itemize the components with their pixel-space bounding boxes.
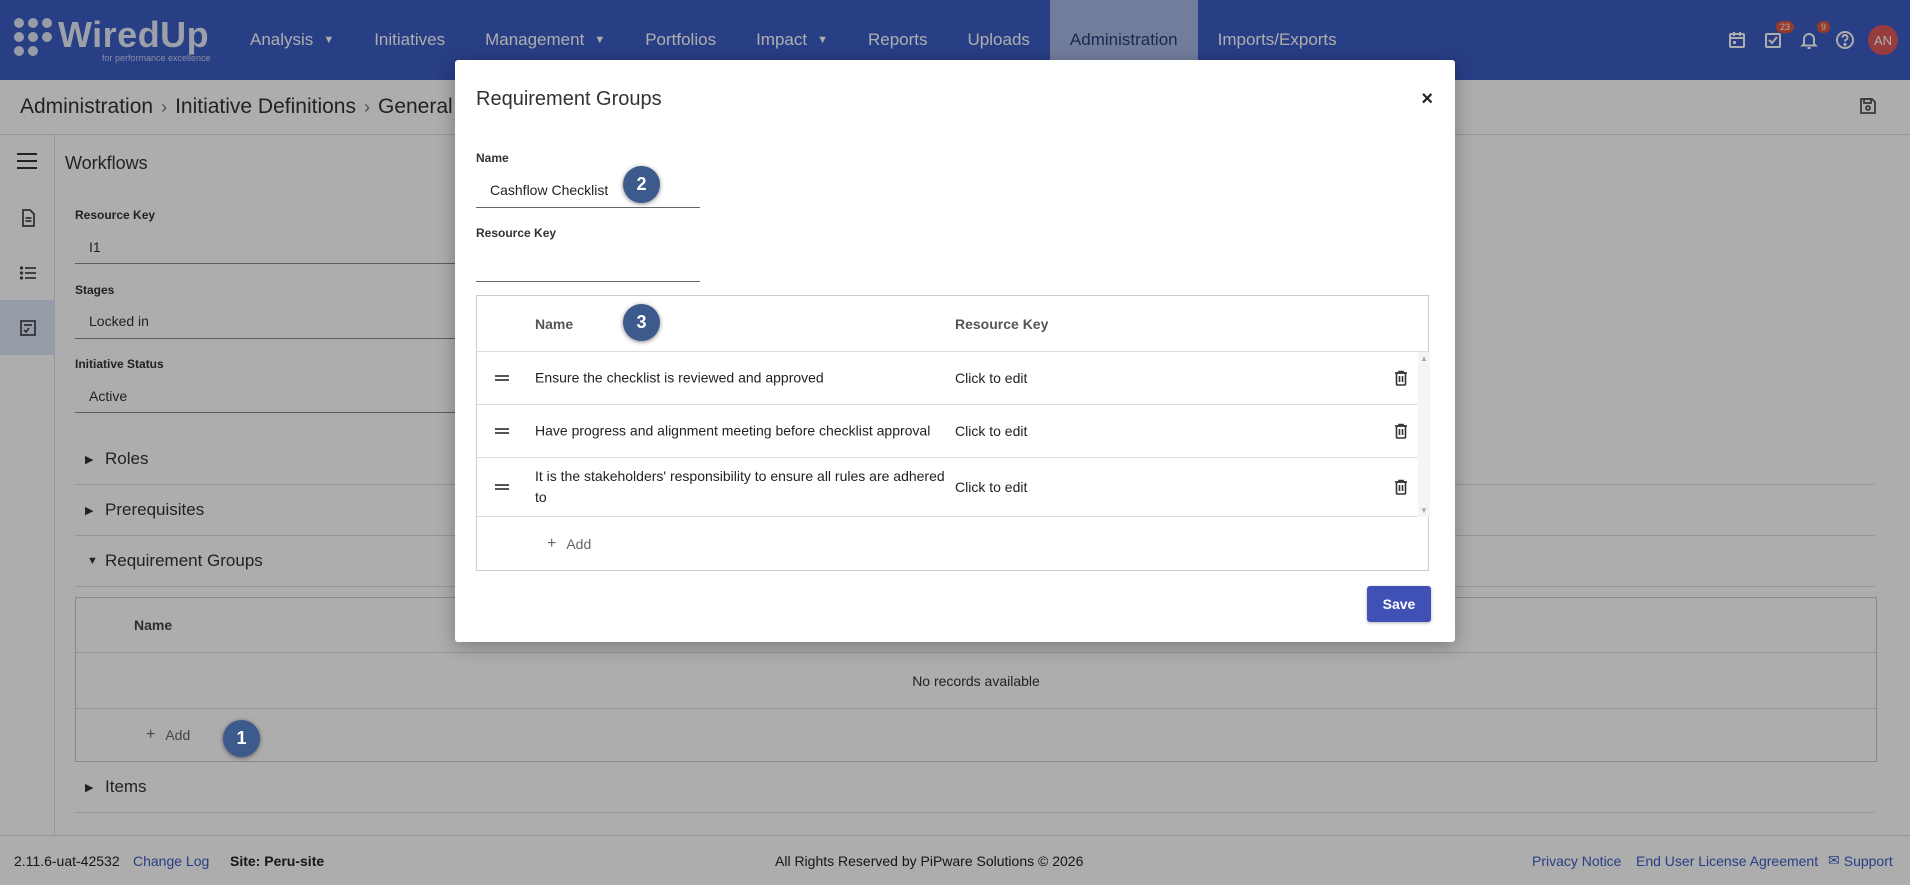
trash-icon[interactable] — [1394, 423, 1408, 439]
step-marker-3: 3 — [623, 304, 660, 341]
plus-icon: + — [547, 534, 557, 552]
requirement-name[interactable]: It is the stakeholders' responsibility t… — [535, 466, 945, 508]
trash-icon[interactable] — [1394, 370, 1408, 386]
requirement-resource-key[interactable]: Click to edit — [955, 370, 1027, 386]
requirement-groups-dialog: Requirement Groups × Name Cashflow Check… — [455, 60, 1455, 642]
save-button[interactable]: Save — [1367, 586, 1431, 622]
table-row: Have progress and alignment meeting befo… — [477, 405, 1428, 458]
close-icon[interactable]: × — [1421, 88, 1433, 111]
requirement-resource-key[interactable]: Click to edit — [955, 423, 1027, 439]
name-label: Name — [476, 151, 509, 165]
scroll-up-icon[interactable]: ▲ — [1420, 354, 1428, 363]
table-row: It is the stakeholders' responsibility t… — [477, 458, 1428, 517]
column-header-resource-key: Resource Key — [955, 315, 1049, 332]
requirement-resource-key[interactable]: Click to edit — [955, 479, 1027, 495]
trash-icon[interactable] — [1394, 479, 1408, 495]
resource-key-label: Resource Key — [476, 226, 557, 240]
step-marker-1: 1 — [223, 720, 260, 757]
column-header-name: Name — [535, 315, 574, 332]
scroll-down-icon[interactable]: ▼ — [1420, 506, 1428, 515]
requirement-name[interactable]: Ensure the checklist is reviewed and app… — [535, 368, 945, 389]
dialog-title: Requirement Groups — [476, 88, 662, 110]
table-row: Ensure the checklist is reviewed and app… — [477, 352, 1428, 405]
name-input[interactable]: Cashflow Checklist — [490, 182, 608, 198]
field-underline — [476, 207, 700, 208]
step-marker-2: 2 — [623, 166, 660, 203]
drag-handle-icon[interactable] — [495, 375, 509, 381]
table-scrollbar[interactable]: ▲ ▼ — [1418, 352, 1430, 517]
requirement-name[interactable]: Have progress and alignment meeting befo… — [535, 421, 945, 442]
field-underline — [476, 281, 700, 282]
table-header: Name Resource Key — [477, 296, 1428, 352]
requirements-table: Name Resource Key Ensure the checklist i… — [476, 295, 1430, 571]
add-requirement-button[interactable]: + Add — [477, 517, 1428, 570]
drag-handle-icon[interactable] — [495, 484, 509, 490]
drag-handle-icon[interactable] — [495, 428, 509, 434]
